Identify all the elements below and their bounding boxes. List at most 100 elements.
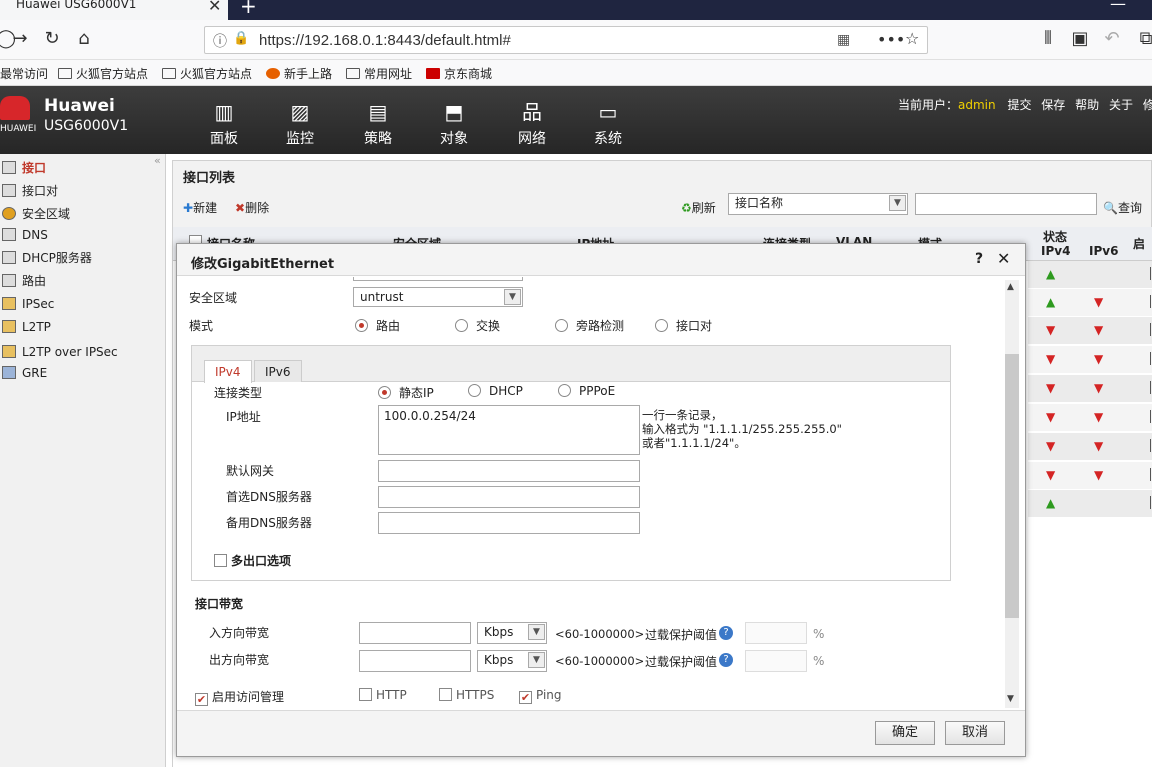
- ok-button[interactable]: 确定: [875, 721, 935, 745]
- out-overload-input[interactable]: [745, 650, 807, 672]
- gateway-input[interactable]: [378, 460, 640, 482]
- dhcp-server-icon: [2, 251, 16, 264]
- search-button[interactable]: 🔍查询: [1103, 199, 1142, 216]
- browser-tab[interactable]: Huawei USG6000V1: [0, 0, 228, 20]
- ping-checkbox[interactable]: ✔ Ping: [519, 688, 562, 704]
- new-tab-icon[interactable]: +: [240, 0, 257, 18]
- module-system[interactable]: ▭ 系统: [578, 100, 638, 148]
- out-bandwidth-input[interactable]: [359, 650, 471, 672]
- save-link[interactable]: 保存: [1041, 98, 1065, 112]
- multi-exit-checkbox[interactable]: 多出口选项: [214, 552, 291, 569]
- help-link[interactable]: 帮助: [1075, 98, 1099, 112]
- search-input[interactable]: [915, 193, 1097, 215]
- zone-select[interactable]: untrust ▼: [353, 287, 523, 307]
- delete-button[interactable]: ✖删除: [235, 199, 269, 216]
- undo-icon[interactable]: ↶: [1100, 28, 1124, 49]
- sidebar-item-route[interactable]: 路由: [0, 270, 160, 292]
- out-bandwidth-unit-select[interactable]: Kbps ▼: [477, 650, 547, 672]
- dialog-scrollbar[interactable]: ▲ ▼: [1005, 280, 1019, 708]
- submit-link[interactable]: 提交: [1007, 98, 1031, 112]
- sidebar-item-dhcp[interactable]: DHCP服务器: [0, 247, 160, 269]
- module-dashboard[interactable]: ▥ 面板: [194, 100, 254, 148]
- more-icon[interactable]: •••: [877, 30, 905, 49]
- in-bandwidth-unit-select[interactable]: Kbps ▼: [477, 622, 547, 644]
- scroll-down-icon[interactable]: ▼: [1007, 694, 1014, 704]
- dns1-input[interactable]: [378, 486, 640, 508]
- sidebar-item-ipsec[interactable]: IPSec: [0, 293, 160, 315]
- cancel-button[interactable]: 取消: [945, 721, 1005, 745]
- info-help-icon[interactable]: ?: [719, 653, 733, 667]
- bookmark-item[interactable]: 最常访问: [0, 65, 48, 82]
- reload-icon[interactable]: ↻: [40, 28, 64, 49]
- access-mgmt-checkbox[interactable]: ✔ 启用访问管理: [195, 688, 284, 706]
- bookmark-item[interactable]: 新手上路: [266, 65, 332, 82]
- conn-dhcp-radio[interactable]: DHCP: [468, 384, 523, 398]
- conn-pppoe-radio[interactable]: PPPoE: [558, 384, 615, 398]
- sidebar-item-l2tp-over-ipsec[interactable]: L2TP over IPSec: [0, 341, 160, 363]
- plus-icon: ✚: [183, 201, 194, 215]
- http-checkbox[interactable]: HTTP: [359, 688, 407, 702]
- sidebar-item-l2tp[interactable]: L2TP: [0, 316, 160, 338]
- tab-ipv4[interactable]: IPv4: [204, 360, 252, 383]
- bookmark-item[interactable]: 火狐官方站点: [58, 65, 148, 82]
- modify-link[interactable]: 修改: [1143, 98, 1152, 112]
- module-monitor[interactable]: ▨ 监控: [270, 100, 330, 148]
- mode-switch-radio[interactable]: 交换: [455, 317, 500, 334]
- lock-icon[interactable]: 🔒: [233, 31, 249, 46]
- bookmark-star-icon[interactable]: ☆: [905, 29, 919, 48]
- new-button[interactable]: ✚新建: [183, 199, 217, 216]
- close-icon[interactable]: ✕: [997, 249, 1010, 268]
- gre-icon: [2, 366, 16, 379]
- https-checkbox[interactable]: HTTPS: [439, 688, 494, 702]
- info-help-icon[interactable]: ?: [719, 626, 733, 640]
- screenshot-icon[interactable]: ⧉: [1134, 28, 1152, 49]
- dns2-input[interactable]: [378, 512, 640, 534]
- tab-ipv6[interactable]: IPv6: [254, 360, 302, 382]
- bookmark-item[interactable]: 京东商城: [426, 65, 492, 82]
- info-icon[interactable]: ⓘ: [213, 31, 227, 51]
- about-link[interactable]: 关于: [1109, 98, 1133, 112]
- mode-pair-radio[interactable]: 接口对: [655, 317, 712, 334]
- col-status: 状态: [1043, 230, 1068, 244]
- dns2-label: 备用DNS服务器: [226, 516, 312, 530]
- radio-icon: [555, 319, 568, 332]
- module-object[interactable]: ⬒ 对象: [424, 100, 484, 148]
- sidebar-item-interface[interactable]: 接口: [0, 157, 160, 179]
- in-bandwidth-range: <60-1000000>: [555, 627, 645, 641]
- module-network[interactable]: 品网络: [502, 100, 562, 148]
- url-bar[interactable]: ⓘ 🔒 https://192.168.0.1:8443/default.htm…: [204, 26, 928, 54]
- sidebar-item-security-zone[interactable]: 安全区域: [0, 203, 160, 225]
- mode-route-radio[interactable]: 路由: [355, 317, 400, 334]
- current-user-label: 当前用户：: [898, 98, 959, 112]
- scrollbar-thumb[interactable]: [1005, 354, 1019, 618]
- in-overload-input[interactable]: [745, 622, 807, 644]
- help-icon[interactable]: ?: [975, 251, 983, 267]
- close-tab-icon[interactable]: ✕: [208, 0, 221, 15]
- status-row: ▲ ▼: [1028, 289, 1152, 317]
- module-policy[interactable]: ▤ 策略: [348, 100, 408, 148]
- mode-bypass-radio[interactable]: 旁路检测: [555, 317, 624, 334]
- dns1-label: 首选DNS服务器: [226, 490, 312, 504]
- refresh-button[interactable]: ♻刷新: [681, 199, 716, 216]
- bookmark-item[interactable]: 常用网址: [346, 65, 412, 82]
- out-overload-label: 过载保护阈值: [645, 655, 718, 669]
- in-bandwidth-input[interactable]: [359, 622, 471, 644]
- collapse-sidebar-icon[interactable]: «: [154, 154, 161, 167]
- library-icon[interactable]: ⫴: [1036, 28, 1060, 49]
- scroll-up-icon[interactable]: ▲: [1007, 282, 1014, 292]
- home-icon[interactable]: ⌂: [72, 28, 96, 49]
- col-status-ipv4: IPv4: [1041, 244, 1071, 258]
- qr-code-icon[interactable]: ▦: [837, 32, 850, 48]
- search-icon: 🔍: [1103, 201, 1118, 215]
- minimize-icon[interactable]: —: [1110, 0, 1126, 13]
- forward-icon[interactable]: →: [8, 28, 32, 49]
- search-field-select[interactable]: 接口名称 ▼: [728, 193, 908, 215]
- ip-address-textarea[interactable]: 100.0.0.254/24: [378, 405, 640, 455]
- sidebar-item-dns[interactable]: DNS: [0, 224, 160, 246]
- bookmark-item[interactable]: 火狐官方站点: [162, 65, 252, 82]
- sidebar-toggle-icon[interactable]: ▣: [1068, 28, 1092, 49]
- sidebar-item-interface-pair[interactable]: 接口对: [0, 180, 160, 202]
- interface-name-field[interactable]: [353, 277, 523, 281]
- conn-static-radio[interactable]: 静态IP: [378, 384, 434, 401]
- sidebar-item-gre[interactable]: GRE: [0, 362, 160, 384]
